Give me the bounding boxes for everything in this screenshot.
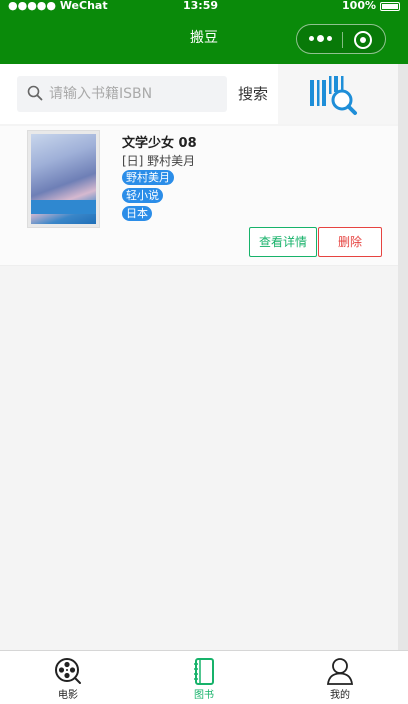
- isbn-search-input[interactable]: [49, 76, 219, 112]
- carrier-label: ●●●●● WeChat: [8, 0, 108, 12]
- battery-percent: 100%: [342, 0, 376, 12]
- tab-books[interactable]: 图书: [136, 651, 272, 704]
- search-box: [17, 76, 227, 112]
- delete-button[interactable]: 删除: [318, 227, 382, 257]
- battery-status: 100%: [342, 0, 400, 12]
- cover-illustration: [31, 134, 96, 224]
- battery-icon: [380, 1, 400, 11]
- status-bar: ●●●●● WeChat 13:59 100%: [0, 0, 408, 12]
- nav-bar: 搬豆: [0, 12, 408, 64]
- search-bar: 搜索: [0, 64, 408, 124]
- book-tag: 轻小说: [122, 188, 163, 203]
- capsule-divider: [342, 32, 343, 48]
- book-tag: 野村美月: [122, 170, 174, 185]
- book-author: [日] 野村美月: [122, 154, 196, 168]
- notebook-icon: [194, 658, 214, 685]
- tab-movies[interactable]: 电影: [0, 651, 136, 704]
- tab-label: 图书: [194, 690, 214, 701]
- book-title: 文学少女 08: [122, 136, 197, 151]
- person-icon: [326, 658, 354, 685]
- barcode-scan-icon: [310, 76, 357, 115]
- book-tags: 野村美月 轻小说 日本: [122, 170, 174, 221]
- book-tag: 日本: [122, 206, 152, 221]
- tab-label: 电影: [58, 690, 78, 701]
- tab-mine[interactable]: 我的: [272, 651, 408, 704]
- status-time: 13:59: [183, 0, 219, 12]
- tab-label: 我的: [330, 690, 350, 701]
- tab-bar: 电影 图书 我的: [0, 650, 408, 704]
- book-cover-image[interactable]: [27, 130, 100, 228]
- search-icon: [27, 85, 43, 101]
- view-details-button[interactable]: 查看详情: [249, 227, 317, 257]
- page-scrollbar-track: [398, 64, 408, 650]
- mini-program-capsule: [296, 24, 386, 54]
- search-button[interactable]: 搜索: [230, 76, 276, 112]
- book-list-item[interactable]: 文学少女 08 [日] 野村美月 野村美月 轻小说 日本 查看详情 删除: [0, 126, 408, 266]
- film-reel-icon: [55, 658, 81, 684]
- more-options-icon[interactable]: [309, 35, 332, 42]
- close-program-icon[interactable]: [354, 31, 372, 49]
- scan-barcode-button[interactable]: [278, 64, 408, 124]
